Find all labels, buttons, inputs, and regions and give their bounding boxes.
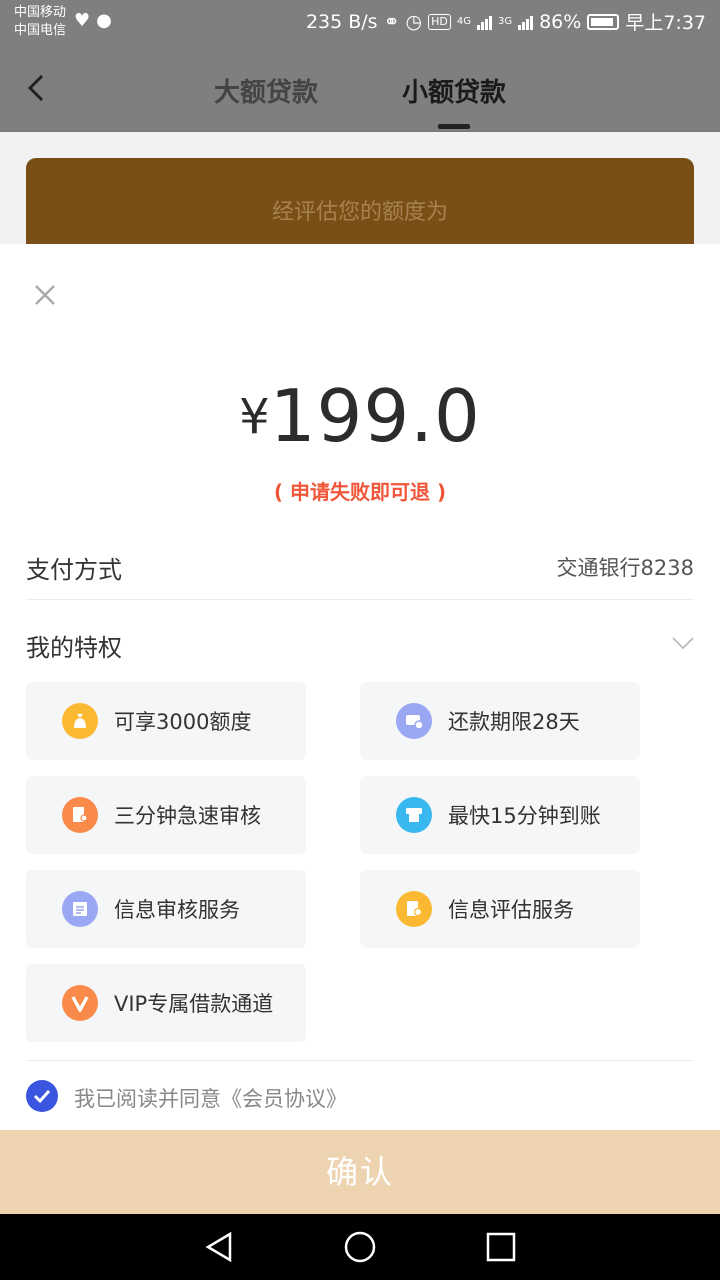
privilege-card: VIP专属借款通道 (26, 964, 306, 1042)
privilege-label: 信息评估服务 (448, 898, 574, 922)
payment-method-row[interactable]: 支付方式 交通银行8238 (26, 544, 694, 600)
amount-value: 199.0 (269, 374, 481, 458)
privilege-label: VIP专属借款通道 (114, 992, 274, 1016)
alarm-icon: ◷ (405, 10, 423, 33)
card-clock-icon (396, 703, 432, 739)
heartbeat-icon: ♥ (74, 10, 91, 31)
privilege-label: 最快15分钟到账 (448, 804, 601, 828)
headphones-icon: ⚭ (383, 10, 400, 33)
nav-recents-button[interactable] (484, 1230, 518, 1264)
hd-badge: HD (428, 13, 451, 30)
privileges-label: 我的特权 (26, 634, 122, 662)
doc-check-icon (396, 891, 432, 927)
net-type-1: 4G (456, 16, 471, 27)
privilege-label: 信息审核服务 (114, 898, 240, 922)
triangle-back-icon (205, 1231, 232, 1263)
system-nav-bar (0, 1214, 720, 1280)
privilege-card: 信息审核服务 (26, 870, 306, 948)
currency-symbol: ¥ (239, 389, 270, 445)
status-right: 235 B/s ⚭ ◷ HD 4G 3G 86% 早上7:37 (306, 8, 706, 35)
privilege-card: 最快15分钟到账 (360, 776, 640, 854)
signal-icon (476, 14, 492, 30)
tab-large-loan[interactable]: 大额贷款 (214, 72, 318, 109)
battery-percent: 86% (539, 10, 582, 33)
carrier-2: 中国电信 (14, 23, 67, 38)
battery-icon (587, 13, 620, 30)
agreement-checkbox[interactable] (26, 1080, 58, 1112)
net-type-2: 3G (497, 16, 513, 27)
privilege-label: 可享3000额度 (114, 710, 252, 734)
document-user-icon (62, 797, 98, 833)
tab-small-loan[interactable]: 小额贷款 (402, 72, 506, 109)
carrier-1: 中国移动 (14, 5, 67, 20)
privilege-label: 三分钟急速审核 (114, 804, 261, 828)
active-tab-indicator (438, 124, 470, 129)
amount-display: ¥199.0 (0, 374, 720, 458)
vip-v-icon (62, 985, 98, 1021)
nav-back-button[interactable] (202, 1230, 236, 1264)
clock: 早上7:37 (625, 12, 706, 34)
moneybag-icon (62, 703, 98, 739)
privilege-card: 信息评估服务 (360, 870, 640, 948)
info-list-icon (62, 891, 98, 927)
back-button[interactable] (22, 68, 62, 108)
square-recents-icon (486, 1232, 516, 1262)
quota-banner: 经评估您的额度为 (26, 158, 694, 258)
circle-home-icon (344, 1231, 376, 1263)
top-nav: 大额贷款 小额贷款 (0, 44, 720, 132)
nav-home-button[interactable] (343, 1230, 377, 1264)
payment-method-value: 交通银行8238 (556, 556, 694, 580)
privileges-header[interactable]: 我的特权 (26, 622, 694, 672)
network-speed: 235 B/s (305, 10, 378, 33)
privilege-label: 还款期限28天 (448, 710, 580, 734)
banner-text: 经评估您的额度为 (271, 200, 448, 225)
close-icon (35, 285, 55, 305)
payment-sheet: ¥199.0 ( 申请失败即可退 ) 支付方式 交通银行8238 我的特权 可享… (0, 244, 720, 1214)
confirm-button[interactable]: 确认 (0, 1130, 720, 1214)
status-bar: 中国移动 中国电信 ♥ ● 235 B/s ⚭ ◷ HD 4G 3G 86% 早… (0, 0, 720, 44)
carrier-names: 中国移动 中国电信 (14, 4, 66, 40)
privilege-card: 可享3000额度 (26, 682, 306, 760)
chevron-down-icon (672, 637, 694, 650)
agreement-row: 我已阅读并同意《会员协议》 (26, 1060, 694, 1130)
refund-note: ( 申请失败即可退 ) (273, 480, 447, 504)
privilege-card: 还款期限28天 (360, 682, 640, 760)
signal-icon-2 (518, 14, 534, 30)
chat-bubble-icon: ● (96, 10, 112, 31)
close-button[interactable] (34, 284, 56, 306)
privilege-card: 三分钟急速审核 (26, 776, 306, 854)
agreement-link[interactable]: 我已阅读并同意《会员协议》 (74, 1083, 347, 1113)
payment-method-label: 支付方式 (26, 556, 122, 584)
chevron-left-icon (27, 74, 44, 102)
notification-icons: ♥ ● (74, 10, 112, 31)
atm-icon (396, 797, 432, 833)
checkmark-icon (33, 1089, 51, 1104)
